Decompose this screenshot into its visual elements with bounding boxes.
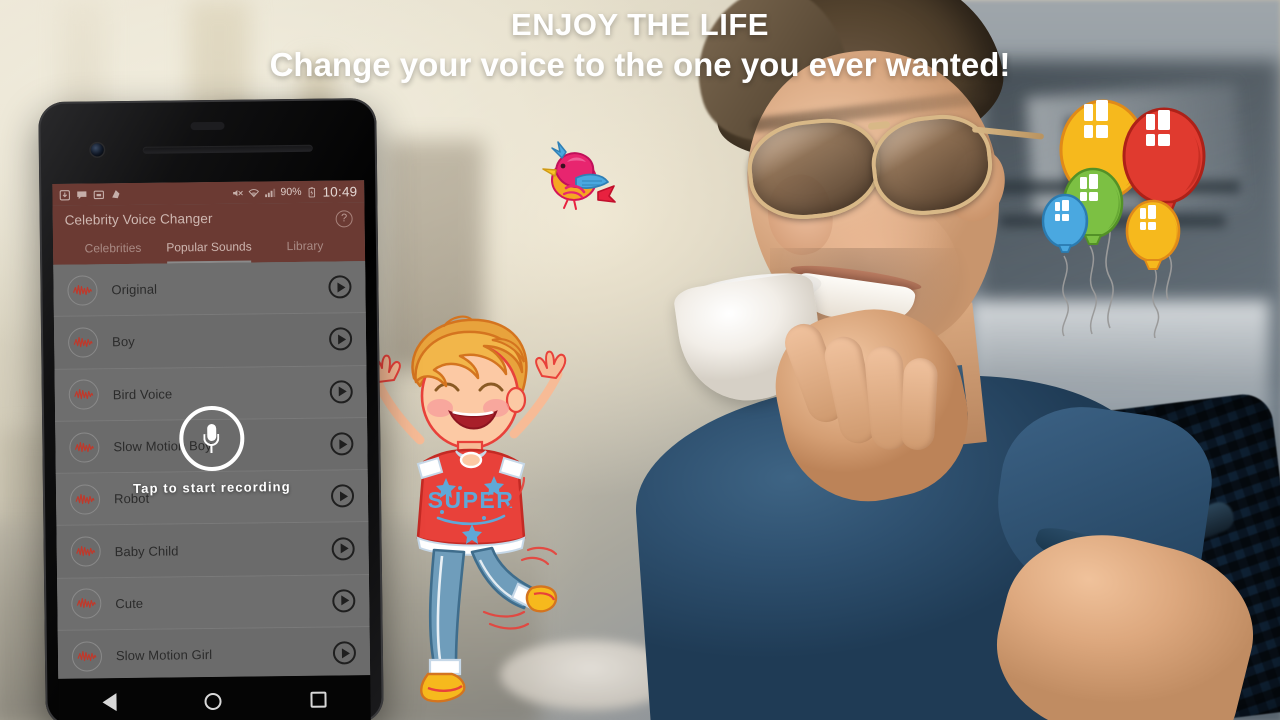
back-nav-icon[interactable] (102, 693, 117, 712)
headline-line-2: Change your voice to the one you ever wa… (269, 46, 1011, 83)
android-nav-bar (58, 675, 371, 720)
waveform-icon (71, 588, 102, 620)
phone-top-slot (190, 121, 225, 131)
play-button[interactable] (329, 380, 353, 404)
waveform-icon (68, 379, 99, 410)
list-item[interactable]: Cute (57, 574, 370, 631)
recents-nav-icon[interactable] (310, 691, 327, 708)
play-icon (338, 386, 347, 397)
list-item[interactable]: Original (53, 261, 366, 318)
wifi-icon (248, 188, 260, 197)
play-button[interactable] (332, 641, 357, 665)
list-item-label: Slow Motion Girl (115, 647, 213, 664)
status-system-icons: 90% 10:49 (232, 184, 357, 201)
help-icon[interactable]: ? (335, 210, 353, 228)
app-screen: 90% 10:49 Celebrity Voice Changer ? Cele… (52, 180, 371, 679)
front-camera (90, 143, 104, 157)
microphone-icon (203, 423, 220, 453)
waveform-icon (67, 275, 98, 306)
tab-celebrities[interactable]: Celebrities (65, 236, 161, 265)
chat-icon (77, 190, 87, 199)
headline-line-1: ENJOY THE LIFE (511, 7, 769, 42)
play-button[interactable] (328, 327, 353, 351)
list-item-label: Original (111, 281, 158, 298)
play-icon (340, 543, 349, 554)
list-item-label: Bird Voice (112, 386, 173, 402)
play-icon (336, 281, 346, 293)
battery-charging-icon (308, 186, 316, 197)
play-button[interactable] (332, 589, 356, 613)
battery-percent: 90% (280, 185, 302, 199)
cellular-signal-icon (265, 188, 276, 197)
app-icon (112, 189, 120, 198)
app-title: Celebrity Voice Changer (64, 210, 213, 228)
list-item[interactable]: Boy (53, 313, 367, 370)
man-finger (899, 357, 939, 451)
home-nav-icon[interactable] (204, 692, 223, 710)
cartoon-bird (536, 136, 616, 216)
download-icon (59, 189, 71, 200)
volume-mute-icon (233, 189, 244, 196)
boy-shirt-text: SUPER (428, 487, 515, 513)
phone-screen: 90% 10:49 Celebrity Voice Changer ? Cele… (52, 180, 371, 679)
headline: ENJOY THE LIFE Change your voice to the … (0, 8, 1280, 85)
status-clock: 10:49 (322, 183, 358, 200)
tab-library[interactable]: Library (257, 233, 353, 262)
play-button[interactable] (328, 275, 352, 299)
tab-bar: Celebrities Popular Sounds Library (65, 233, 353, 265)
balloon-cluster (1040, 78, 1280, 341)
play-button[interactable] (331, 536, 355, 561)
phone-mockup: 90% 10:49 Celebrity Voice Changer ? Cele… (38, 97, 384, 720)
play-icon (341, 648, 350, 659)
record-button[interactable] (178, 405, 245, 472)
list-item[interactable]: Slow Motion Girl (57, 627, 371, 679)
list-item[interactable]: Baby Child (56, 522, 369, 579)
play-icon (337, 334, 346, 345)
list-item-label: Boy (112, 334, 135, 350)
waveform-icon (71, 641, 103, 672)
tab-popular-sounds[interactable]: Popular Sounds (161, 234, 257, 263)
play-icon (340, 595, 349, 606)
waveform-icon (70, 536, 101, 567)
waveform-icon (67, 327, 99, 358)
status-notification-icons (59, 189, 121, 201)
app-bar: Celebrity Voice Changer ? Celebrities Po… (52, 202, 366, 265)
screenshot-icon (93, 190, 104, 199)
list-item-label: Baby Child (114, 543, 179, 559)
cartoon-boy: SUPER (369, 312, 582, 712)
list-item-label: Cute (115, 595, 144, 612)
record-overlay: Tap to start recording (55, 404, 368, 497)
